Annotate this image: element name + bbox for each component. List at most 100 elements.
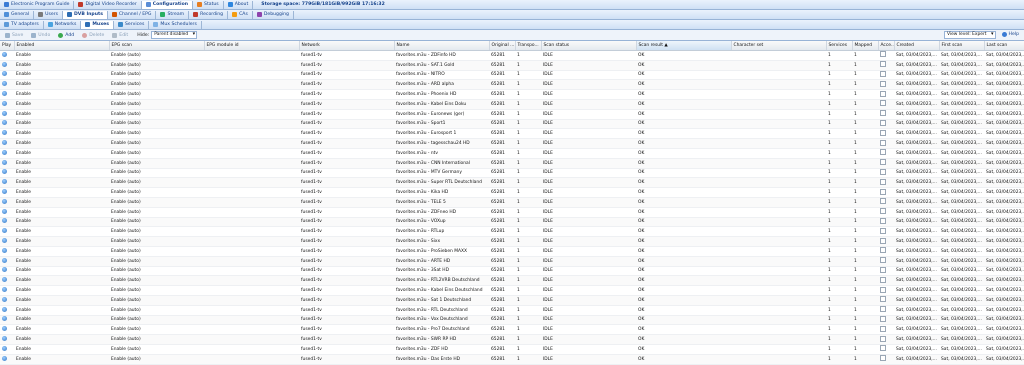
accept-checkbox[interactable] <box>880 80 886 87</box>
table-row[interactable]: Enable Enable (auto) fused1-tv favorites.m3… <box>0 138 1024 149</box>
column-header-name[interactable]: Name <box>394 41 490 51</box>
column-header-last-scan[interactable]: Last scan <box>984 41 1024 51</box>
column-header-services[interactable]: Services <box>826 41 853 51</box>
play-icon[interactable] <box>2 100 7 106</box>
top-tab-digital-video-recorder[interactable]: Digital Video Recorder <box>74 0 142 9</box>
table-row[interactable]: Enable Enable (auto) fused1-tv favorites.m3… <box>0 207 1024 218</box>
play-icon[interactable] <box>2 238 7 244</box>
table-row[interactable]: Enable Enable (auto) fused1-tv favorites.m3… <box>0 60 1024 71</box>
table-row[interactable]: Enable Enable (auto) fused1-tv favorites.m3… <box>0 119 1024 130</box>
table-row[interactable]: Enable Enable (auto) fused1-tv favorites.m3… <box>0 70 1024 81</box>
table-row[interactable]: Enable Enable (auto) fused1-tv favorites.m3… <box>0 236 1024 247</box>
table-row[interactable]: Enable Enable (auto) fused1-tv favorites.m3… <box>0 324 1024 336</box>
column-header-acce[interactable]: Acce... <box>878 41 895 51</box>
column-header-character-set[interactable]: Character set <box>731 41 827 51</box>
play-icon[interactable] <box>2 208 7 214</box>
play-icon[interactable] <box>2 267 7 273</box>
column-header-transpo[interactable]: Transpo... <box>515 41 542 51</box>
sub-tab-recording[interactable]: Recording <box>189 10 229 19</box>
accept-checkbox[interactable] <box>880 247 886 254</box>
table-row[interactable]: Enable Enable (auto) fused1-tv favorites.m3… <box>0 256 1024 267</box>
play-icon[interactable] <box>2 149 7 155</box>
play-icon[interactable] <box>2 179 7 185</box>
sub-tab-debugging[interactable]: Debugging <box>253 10 294 19</box>
accept-checkbox[interactable] <box>880 61 886 68</box>
accept-checkbox[interactable] <box>880 70 886 77</box>
table-row[interactable]: Enable Enable (auto) fused1-tv favorites.m3… <box>0 305 1024 316</box>
column-header-mapped[interactable]: Mapped <box>852 41 879 51</box>
save-button[interactable]: Save <box>2 32 26 39</box>
accept-checkbox[interactable] <box>880 110 886 117</box>
accept-checkbox[interactable] <box>880 129 886 136</box>
dvb-tab-tv-adapters[interactable]: TV adapters <box>0 20 44 29</box>
play-icon[interactable] <box>2 326 7 332</box>
dvb-tab-mux-schedulers[interactable]: Mux Schedulers <box>149 20 202 29</box>
play-icon[interactable] <box>2 140 7 146</box>
play-icon[interactable] <box>2 247 7 253</box>
table-row[interactable]: Enable Enable (auto) fused1-tv favorites.m3… <box>0 266 1024 277</box>
accept-checkbox[interactable] <box>880 159 886 166</box>
accept-checkbox[interactable] <box>880 345 886 352</box>
sub-tab-users[interactable]: Users <box>34 10 63 19</box>
play-icon[interactable] <box>2 198 7 204</box>
table-row[interactable]: Enable Enable (auto) fused1-tv favorites.m3… <box>0 99 1024 110</box>
edit-button[interactable]: Edit <box>109 32 131 39</box>
sub-tab-general[interactable]: General <box>0 10 35 19</box>
play-icon[interactable] <box>2 355 7 361</box>
delete-button[interactable]: Delete <box>79 32 107 39</box>
table-row[interactable]: Enable Enable (auto) fused1-tv favorites.m3… <box>0 50 1024 61</box>
accept-checkbox[interactable] <box>880 100 886 107</box>
table-row[interactable]: Enable Enable (auto) fused1-tv favorites.m3… <box>0 275 1024 287</box>
sub-tab-dvb-inputs[interactable]: DVB Inputs <box>62 10 108 19</box>
column-header-scan-status[interactable]: Scan status <box>541 41 637 51</box>
top-tab-about[interactable]: About <box>224 0 254 9</box>
dvb-tab-networks[interactable]: Networks <box>44 20 82 29</box>
table-row[interactable]: Enable Enable (auto) fused1-tv favorites.m3… <box>0 177 1024 189</box>
column-header-epg-scan[interactable]: EPG scan <box>109 41 205 51</box>
top-tab-configuration[interactable]: Configuration <box>141 0 194 9</box>
accept-checkbox[interactable] <box>880 306 886 313</box>
accept-checkbox[interactable] <box>880 237 886 244</box>
accept-checkbox[interactable] <box>880 266 886 273</box>
column-header-scan-result[interactable]: Scan result ▲ <box>636 41 732 51</box>
table-row[interactable]: Enable Enable (auto) fused1-tv favorites.m3… <box>0 295 1024 306</box>
accept-checkbox[interactable] <box>880 149 886 156</box>
play-icon[interactable] <box>2 71 7 77</box>
play-icon[interactable] <box>2 218 7 224</box>
play-icon[interactable] <box>2 81 7 87</box>
column-header-network[interactable]: Network <box>299 41 395 51</box>
accept-checkbox[interactable] <box>880 217 886 224</box>
play-icon[interactable] <box>2 336 7 341</box>
play-icon[interactable] <box>2 228 7 234</box>
table-row[interactable]: Enable Enable (auto) fused1-tv favorites.m3… <box>0 197 1024 208</box>
accept-checkbox[interactable] <box>880 315 886 322</box>
table-row[interactable]: Enable Enable (auto) fused1-tv favorites.m3… <box>0 334 1024 345</box>
accept-checkbox[interactable] <box>880 286 886 293</box>
accept-checkbox[interactable] <box>880 178 886 185</box>
undo-button[interactable]: Undo <box>28 32 53 39</box>
accept-checkbox[interactable] <box>880 90 886 97</box>
play-icon[interactable] <box>2 287 7 293</box>
accept-checkbox[interactable] <box>880 51 886 58</box>
play-icon[interactable] <box>2 189 7 195</box>
play-icon[interactable] <box>2 120 7 126</box>
play-icon[interactable] <box>2 169 7 175</box>
accept-checkbox[interactable] <box>880 188 886 195</box>
accept-checkbox[interactable] <box>880 208 886 215</box>
view-level-select[interactable]: View level: Expert <box>943 31 996 39</box>
play-icon[interactable] <box>2 296 7 302</box>
accept-checkbox[interactable] <box>880 198 886 205</box>
table-row[interactable]: Enable Enable (auto) fused1-tv favorites.m3… <box>0 354 1024 365</box>
table-row[interactable]: Enable Enable (auto) fused1-tv favorites.m3… <box>0 217 1024 228</box>
play-icon[interactable] <box>2 51 7 57</box>
table-row[interactable]: Enable Enable (auto) fused1-tv favorites.m3… <box>0 187 1024 198</box>
accept-checkbox[interactable] <box>880 325 886 332</box>
table-row[interactable]: Enable Enable (auto) fused1-tv favorites.m3… <box>0 344 1024 355</box>
accept-checkbox[interactable] <box>880 276 886 283</box>
play-icon[interactable] <box>2 257 7 263</box>
column-header-play[interactable]: Play <box>0 41 15 51</box>
play-icon[interactable] <box>2 110 7 116</box>
accept-checkbox[interactable] <box>880 227 886 234</box>
play-icon[interactable] <box>2 91 7 97</box>
accept-checkbox[interactable] <box>880 355 886 362</box>
